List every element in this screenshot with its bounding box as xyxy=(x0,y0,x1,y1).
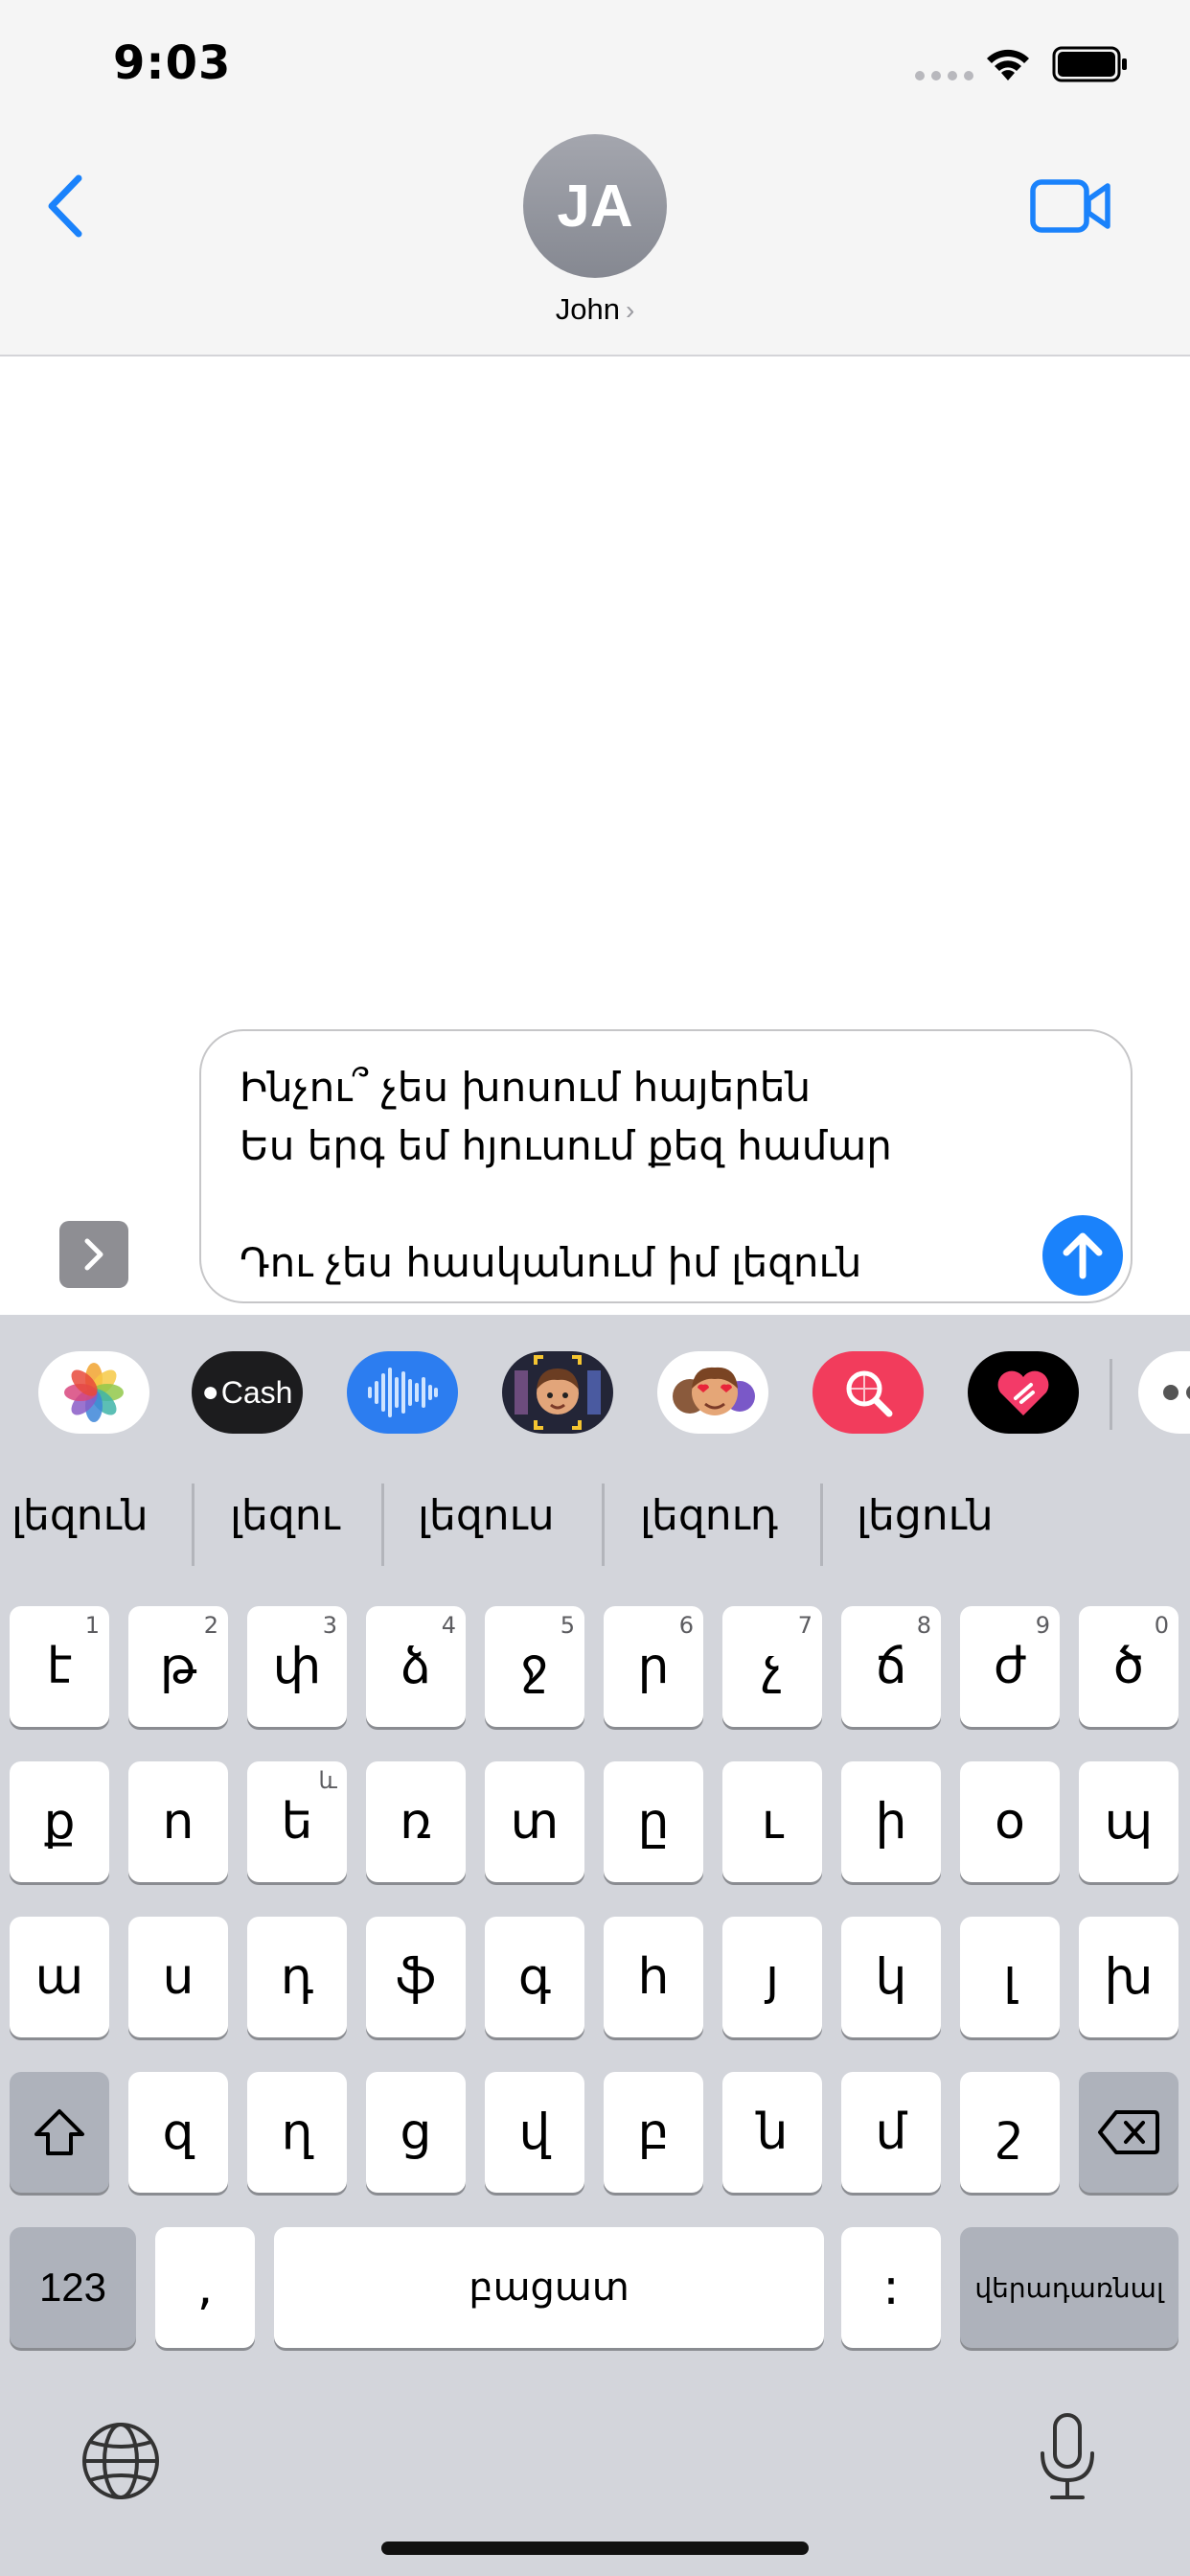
suggestion-divider xyxy=(820,1484,823,1566)
key[interactable]: ճ8 xyxy=(841,1606,941,1727)
key[interactable]: հ xyxy=(604,1917,703,2037)
image-search-app-icon[interactable] xyxy=(812,1351,924,1434)
digital-touch-app-icon[interactable] xyxy=(968,1351,1079,1434)
cash-label: Cash xyxy=(220,1374,293,1410)
more-apps-icon[interactable] xyxy=(1138,1351,1190,1434)
message-input[interactable]: Ինչու՞ չես խոսում հայերեն Ես երգ եմ հյու… xyxy=(199,1029,1133,1303)
contact-name[interactable]: John › xyxy=(0,292,1190,327)
battery-icon xyxy=(1052,46,1127,82)
shift-key[interactable] xyxy=(10,2072,109,2193)
key[interactable]: ա xyxy=(10,1917,109,2037)
key[interactable]: ր6 xyxy=(604,1606,703,1727)
wifi-icon xyxy=(987,49,1029,80)
message-text[interactable]: Ինչու՞ չես խոսում հայերեն Ես երգ եմ հյու… xyxy=(240,1058,1054,1292)
comma-key[interactable]: , xyxy=(155,2227,255,2348)
return-key[interactable]: վերադառնալ xyxy=(960,2227,1179,2348)
key[interactable]: շ xyxy=(960,2072,1060,2193)
key[interactable]: ժ9 xyxy=(960,1606,1060,1727)
app-strip-divider xyxy=(1110,1359,1112,1430)
key[interactable]: ս xyxy=(128,1917,228,2037)
key[interactable]: տ xyxy=(485,1761,584,1882)
audio-message-app-icon[interactable] xyxy=(347,1351,458,1434)
key[interactable]: մ xyxy=(841,2072,941,2193)
arrow-up-icon xyxy=(1063,1232,1103,1279)
shift-icon xyxy=(34,2109,84,2155)
delete-backspace-icon xyxy=(1098,2110,1159,2154)
key[interactable]: դ xyxy=(247,1917,347,2037)
back-chevron-icon[interactable] xyxy=(42,172,90,240)
signal-icon xyxy=(915,71,973,80)
numbers-key[interactable]: 123 xyxy=(10,2227,136,2348)
suggestion-divider xyxy=(602,1484,605,1566)
key[interactable]: ֆ xyxy=(366,1917,466,2037)
key[interactable]: ջ5 xyxy=(485,1606,584,1727)
key[interactable]: ը xyxy=(604,1761,703,1882)
suggestion-item[interactable]: լեզուս xyxy=(418,1491,555,1540)
colon-key[interactable]: : xyxy=(841,2227,941,2348)
key[interactable]: ք xyxy=(10,1761,109,1882)
key[interactable]: եև xyxy=(247,1761,347,1882)
suggestion-item[interactable]: լեզու xyxy=(230,1491,340,1540)
delete-key[interactable] xyxy=(1079,2072,1179,2193)
keyboard: ● Cash լեզուն լեզու լեզուս լեզուդ լեցուն… xyxy=(0,1315,1190,2576)
suggestion-divider xyxy=(381,1484,384,1566)
conversation-header: 9:03 JA John › xyxy=(0,0,1190,356)
suggestion-bar: լեզուն լեզու լեզուս լեզուդ լեցուն xyxy=(0,1462,1190,1576)
photos-app-icon[interactable] xyxy=(38,1351,149,1434)
key[interactable]: վ xyxy=(485,2072,584,2193)
key[interactable]: փ3 xyxy=(247,1606,347,1727)
chevron-right-icon xyxy=(84,1238,103,1271)
memoji-app-icon[interactable] xyxy=(502,1351,613,1434)
key[interactable]: ի xyxy=(841,1761,941,1882)
key[interactable]: ղ xyxy=(247,2072,347,2193)
key[interactable]: ծ0 xyxy=(1079,1606,1179,1727)
key[interactable]: ց xyxy=(366,2072,466,2193)
key[interactable]: գ xyxy=(485,1917,584,2037)
app-strip: ● Cash xyxy=(0,1315,1190,1462)
key[interactable]: օ xyxy=(960,1761,1060,1882)
space-key[interactable]: բացատ xyxy=(274,2227,824,2348)
key[interactable]: բ xyxy=(604,2072,703,2193)
key[interactable]: զ xyxy=(128,2072,228,2193)
facetime-video-icon[interactable] xyxy=(1029,176,1111,236)
status-time: 9:03 xyxy=(113,36,232,90)
suggestion-item[interactable]: լեզուն xyxy=(11,1491,149,1540)
key[interactable]: ո xyxy=(128,1761,228,1882)
key[interactable]: չ7 xyxy=(722,1606,822,1727)
key[interactable]: լ xyxy=(960,1917,1060,2037)
key[interactable]: կ xyxy=(841,1917,941,2037)
key[interactable]: ռ xyxy=(366,1761,466,1882)
key[interactable]: է1 xyxy=(10,1606,109,1727)
contact-name-label: John xyxy=(555,292,620,326)
key[interactable]: ն xyxy=(722,2072,822,2193)
key[interactable]: ձ4 xyxy=(366,1606,466,1727)
key[interactable]: խ xyxy=(1079,1917,1179,2037)
suggestion-item[interactable]: լեզուդ xyxy=(640,1491,778,1540)
key[interactable]: թ2 xyxy=(128,1606,228,1727)
chevron-right-icon: › xyxy=(625,295,635,325)
microphone-icon[interactable] xyxy=(1035,2411,1100,2503)
send-button[interactable] xyxy=(1042,1215,1123,1296)
home-indicator xyxy=(381,2542,809,2555)
key[interactable]: պ xyxy=(1079,1761,1179,1882)
memoji-stickers-app-icon[interactable] xyxy=(657,1351,768,1434)
globe-icon[interactable] xyxy=(80,2421,161,2501)
apple-cash-app-icon[interactable]: ● Cash xyxy=(192,1351,303,1434)
suggestion-item[interactable]: լեցուն xyxy=(857,1491,994,1540)
avatar[interactable]: JA xyxy=(523,134,667,278)
key[interactable]: յ xyxy=(722,1917,822,2037)
suggestion-divider xyxy=(192,1484,195,1566)
key[interactable]: ւ xyxy=(722,1761,822,1882)
expand-apps-button[interactable] xyxy=(59,1221,128,1288)
